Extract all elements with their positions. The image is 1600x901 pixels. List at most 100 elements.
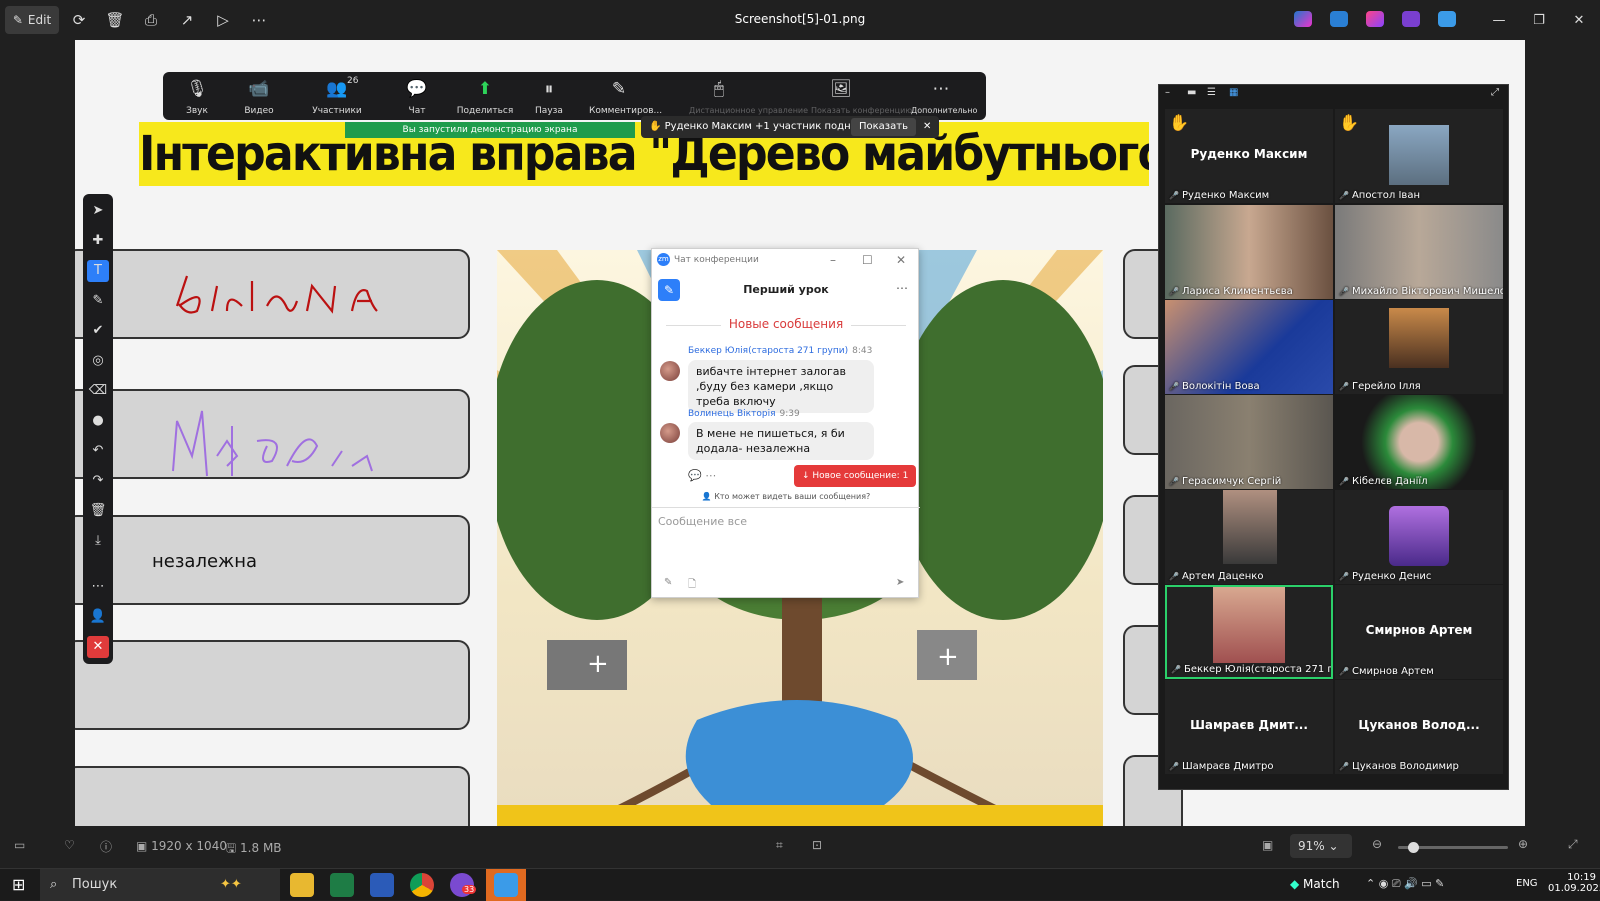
tray-icons[interactable]: ⌃ ◉ ⎚ 🔊 ▭ ✎ (1366, 877, 1444, 891)
clock[interactable]: 10:19 01.09.2025 (1548, 872, 1600, 894)
delete-icon[interactable]: 🗑 (101, 6, 129, 34)
chat-options-icon[interactable]: ⋯ (896, 281, 908, 295)
rotate-icon[interactable]: ⟳ (65, 6, 93, 34)
grid-view-icon[interactable]: ▦ (1229, 87, 1238, 98)
chrome-icon[interactable] (410, 873, 434, 897)
reply-icon[interactable]: 💬 ⋯ (688, 469, 716, 482)
expand-icon[interactable]: ⤢ (1491, 87, 1499, 98)
color-tool-icon[interactable]: ● (87, 410, 109, 432)
fit-screen-icon[interactable]: ▣ (1262, 838, 1273, 852)
stamp-tool-icon[interactable]: ✔ (87, 320, 109, 342)
close-notice-button[interactable]: ✕ (923, 116, 931, 138)
participant-tile[interactable]: Михайло Вікторович Мишелов (1335, 205, 1503, 299)
select-tool-icon[interactable]: ➤ (87, 200, 109, 222)
undo-icon[interactable]: ↶ (87, 440, 109, 462)
participant-tile[interactable]: Шамраєв Дмит... Шамраєв Дмитро (1165, 680, 1333, 774)
crop-icon[interactable]: ⌗ (776, 838, 783, 853)
pause-button[interactable]: ⏸ Пауза (519, 78, 579, 116)
message-author[interactable]: Волинець Вікторія 9:39 (688, 409, 800, 419)
more-tools-icon[interactable]: ⋯ (87, 576, 109, 598)
chat-minimize-icon[interactable]: – (830, 253, 836, 267)
participant-tile[interactable]: Волокітін Вова (1165, 300, 1333, 394)
more-circle-icon: ⋯ (932, 79, 950, 99)
message-input[interactable]: Сообщение все (658, 515, 747, 528)
text-tool-icon[interactable]: T (87, 260, 109, 282)
share-button[interactable]: ⬆ Поделиться (455, 78, 515, 116)
new-message-badge[interactable]: ↓ Новое сообщение: 1 (794, 465, 917, 487)
participant-tile[interactable]: Герасимчук Сергій (1165, 395, 1333, 489)
video-editor-icon[interactable] (1402, 11, 1420, 27)
file-icon[interactable]: 🗋 (688, 577, 696, 594)
people-icon[interactable]: 👤 (87, 606, 109, 628)
video-button[interactable]: 📹 Видео (229, 78, 289, 116)
chat-maximize-icon[interactable]: ☐ (862, 253, 873, 267)
viber-icon[interactable]: 33 (450, 873, 477, 897)
zoom-slider-handle[interactable] (1408, 842, 1419, 853)
weather-widget[interactable]: ◆ Match (1290, 877, 1340, 891)
favorite-icon[interactable]: ♡ (64, 838, 75, 852)
participant-tile[interactable]: Артем Даценко (1165, 490, 1333, 584)
participant-tile[interactable]: Кібелєв Даніїл (1335, 395, 1503, 489)
participant-tile[interactable]: Цуканов Волод... Цуканов Володимир (1335, 680, 1503, 774)
clipchamp-icon[interactable] (1366, 11, 1384, 27)
participant-tile[interactable]: Руденко Денис (1335, 490, 1503, 584)
print-icon[interactable]: ⎙ (137, 6, 165, 34)
speaker-view-icon[interactable]: ▬ (1187, 87, 1196, 98)
participant-tile-active[interactable]: Беккер Юлія(староста 271 групи) (1165, 585, 1333, 679)
spotlight-tool-icon[interactable]: ◎ (87, 350, 109, 372)
close-button[interactable]: ✕ (1564, 8, 1594, 32)
eraser-tool-icon[interactable]: ⌫ (87, 380, 109, 402)
edit-button[interactable]: ✎ Edit (5, 6, 59, 34)
strip-view-icon[interactable]: ☰ (1207, 87, 1216, 98)
gallery-minimize-icon[interactable]: – (1165, 87, 1170, 98)
zoom-in-icon[interactable]: ⊕ (1518, 837, 1528, 851)
copilot-icon[interactable] (1294, 11, 1312, 27)
excel-icon[interactable] (330, 873, 354, 897)
clear-icon[interactable]: 🗑 (87, 500, 109, 522)
participant-tile[interactable]: Герейло Ілля (1335, 300, 1503, 394)
restore-button[interactable]: ❐ (1524, 8, 1554, 32)
more-button[interactable]: ⋯ Дополнительно (911, 78, 977, 115)
visibility-info[interactable]: 👤 Кто может видеть ваши сообщения? (652, 492, 920, 501)
redo-icon[interactable]: ↷ (87, 470, 109, 492)
participant-tile[interactable]: ✋ Апостол Іван (1335, 109, 1503, 203)
more-icon[interactable]: ⋯ (245, 6, 273, 34)
info-icon[interactable]: ⓘ (100, 838, 112, 855)
fullscreen-icon[interactable]: ⤢ (1568, 837, 1578, 852)
zoom-select[interactable]: 91% ⌄ (1290, 834, 1352, 858)
send-icon[interactable]: ➤ (896, 577, 904, 588)
windows-start-icon[interactable]: ⊞ (12, 875, 25, 894)
save-icon[interactable]: ⤓ (87, 530, 109, 552)
remote-control-button[interactable]: 🖱 Дистанционное управление (689, 78, 808, 115)
taskbar-search[interactable]: ⌕ Пошук ✦✦ (40, 869, 280, 901)
participant-tile[interactable]: Смирнов Артем Смирнов Артем (1335, 585, 1503, 679)
chat-close-icon[interactable]: ✕ (896, 253, 906, 267)
word-icon[interactable] (370, 873, 394, 897)
language-indicator[interactable]: ENG (1516, 878, 1538, 889)
chat-button[interactable]: 💬 Чат (387, 78, 447, 116)
close-annotation-icon[interactable]: ✕ (87, 636, 109, 658)
show-meeting-button[interactable]: 🖼 Показать конференцию (811, 78, 912, 115)
pause-icon: ⏸ (544, 79, 554, 99)
move-tool-icon[interactable]: ✚ (87, 230, 109, 252)
designer-icon[interactable] (1330, 11, 1348, 27)
minimize-button[interactable]: — (1484, 8, 1514, 32)
zoom-slider[interactable] (1398, 842, 1508, 853)
annotate-button[interactable]: ✎ Комментиров... (589, 78, 662, 116)
photos-app-active[interactable] (486, 869, 526, 901)
share-icon[interactable]: ↗ (173, 6, 201, 34)
notification-badge: 33 (462, 885, 477, 894)
format-icon[interactable]: ✎ (664, 577, 672, 588)
file-explorer-icon[interactable] (290, 873, 314, 897)
slideshow-icon[interactable]: ▷ (209, 6, 237, 34)
filmstrip-icon[interactable]: ▭ (14, 838, 25, 852)
participant-tile[interactable]: Лариса Климентьєва (1165, 205, 1333, 299)
text-recognition-icon[interactable]: ⊡ (812, 838, 822, 852)
audio-button[interactable]: 🎙 Звук (167, 78, 227, 116)
participant-tile[interactable]: ✋ Руденко Максим Руденко Максим (1165, 109, 1333, 203)
draw-tool-icon[interactable]: ✎ (87, 290, 109, 312)
zoom-out-icon[interactable]: ⊖ (1372, 837, 1382, 851)
show-hands-button[interactable]: Показать (851, 118, 916, 136)
message-author[interactable]: Беккер Юлія(староста 271 групи) 8:43 (688, 346, 872, 356)
onedrive-icon[interactable] (1438, 11, 1456, 27)
